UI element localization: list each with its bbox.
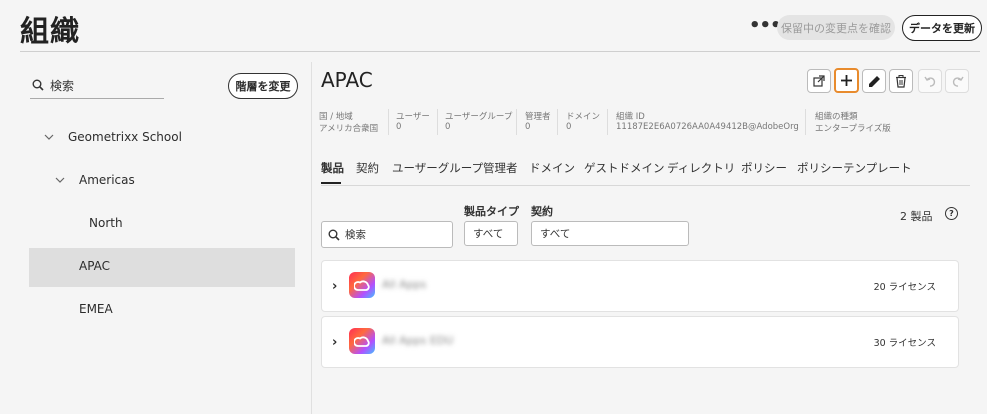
tab-user-groups[interactable]: ユーザーグループ bbox=[392, 160, 483, 176]
meta-divider bbox=[607, 109, 608, 135]
page-title: 組織 bbox=[20, 14, 81, 48]
tab-admins[interactable]: 管理者 bbox=[483, 160, 518, 176]
tree-item-emea[interactable]: EMEA bbox=[79, 302, 113, 316]
meta-domains: ドメイン 0 bbox=[566, 110, 600, 132]
chevron-down-icon[interactable] bbox=[44, 132, 54, 142]
meta-user-groups: ユーザーグループ 0 bbox=[445, 110, 512, 132]
undo-icon bbox=[923, 76, 935, 87]
meta-admins: 管理者 0 bbox=[525, 110, 551, 132]
add-button[interactable] bbox=[834, 68, 859, 93]
tree-item-label: Geometrixx School bbox=[68, 130, 182, 144]
product-type-label: 製品タイプ bbox=[464, 205, 519, 218]
open-external-button[interactable] bbox=[807, 69, 831, 93]
meta-label: 国 / 地域 bbox=[319, 112, 353, 122]
tab-policy-templates[interactable]: ポリシーテンプレート bbox=[797, 160, 912, 176]
tree-selected-highlight bbox=[29, 248, 295, 287]
creative-cloud-icon bbox=[349, 272, 375, 298]
meta-label: 管理者 bbox=[525, 112, 551, 122]
review-pending-changes-button[interactable]: 保留中の変更点を確認 bbox=[777, 15, 895, 40]
meta-label: 組織 ID bbox=[616, 112, 645, 122]
creative-cloud-icon bbox=[349, 328, 375, 354]
contract-label: 契約 bbox=[531, 205, 553, 218]
header-divider bbox=[20, 51, 980, 52]
meta-value: 11187E2E6A0726AA0A49412B@AdobeOrg bbox=[616, 122, 799, 132]
meta-value: エンタープライズ版 bbox=[815, 124, 891, 134]
meta-value: 0 bbox=[396, 122, 402, 132]
meta-divider bbox=[805, 109, 806, 135]
meta-label: ユーザーグループ bbox=[445, 112, 513, 122]
tab-domains[interactable]: ドメイン bbox=[529, 160, 575, 176]
product-count: 2 製品 bbox=[900, 210, 933, 223]
pencil-icon bbox=[868, 75, 880, 87]
redo-button[interactable] bbox=[945, 69, 969, 93]
tab-contracts[interactable]: 契約 bbox=[356, 160, 379, 176]
tab-guest-domains[interactable]: ゲストドメイン bbox=[584, 160, 665, 176]
product-card[interactable]: › All Apps EDU 30 ライセンス bbox=[321, 316, 959, 368]
chevron-right-icon[interactable]: › bbox=[332, 335, 337, 350]
meta-country: 国 / 地域 アメリカ合衆国 bbox=[319, 110, 378, 134]
external-link-icon bbox=[813, 75, 825, 87]
product-search-input[interactable]: 検索 bbox=[321, 221, 453, 248]
tree-item-label: EMEA bbox=[79, 302, 113, 316]
meta-value: 0 bbox=[445, 122, 451, 132]
redo-icon bbox=[952, 76, 964, 87]
tree-item-geometrixx-school[interactable]: Geometrixx School bbox=[44, 130, 182, 144]
sidebar-divider bbox=[311, 62, 312, 414]
meta-label: ドメイン bbox=[566, 112, 601, 122]
product-type-select[interactable]: すべて bbox=[464, 221, 518, 246]
tab-policies[interactable]: ポリシー bbox=[741, 160, 787, 176]
product-card[interactable]: › All Apps 20 ライセンス bbox=[321, 260, 959, 312]
license-count: 20 ライセンス bbox=[873, 282, 936, 293]
chevron-right-icon[interactable]: › bbox=[332, 279, 337, 294]
tabs-divider bbox=[321, 185, 970, 186]
tree-item-label: Americas bbox=[79, 173, 135, 187]
meta-value: 0 bbox=[566, 122, 572, 132]
tab-products[interactable]: 製品 bbox=[321, 160, 344, 176]
help-icon[interactable]: ? bbox=[945, 207, 958, 220]
meta-users: ユーザー 0 bbox=[396, 110, 430, 132]
search-icon bbox=[32, 79, 44, 91]
refresh-data-button[interactable]: データを更新 bbox=[902, 15, 982, 41]
change-hierarchy-button[interactable]: 階層を変更 bbox=[228, 73, 298, 99]
tree-item-americas[interactable]: Americas bbox=[55, 173, 135, 187]
product-name: All Apps EDU bbox=[382, 334, 454, 347]
meta-divider bbox=[388, 109, 389, 135]
meta-divider bbox=[437, 109, 438, 135]
edit-button[interactable] bbox=[862, 69, 886, 93]
meta-org-id: 組織 ID 11187E2E6A0726AA0A49412B@AdobeOrg bbox=[616, 110, 799, 132]
sidebar-search-input[interactable]: 検索 bbox=[30, 72, 164, 99]
meta-label: 組織の種類 bbox=[815, 112, 858, 122]
meta-org-type: 組織の種類 エンタープライズ版 bbox=[815, 110, 891, 134]
tab-directories[interactable]: ディレクトリ bbox=[667, 160, 735, 176]
search-icon bbox=[328, 229, 340, 241]
tree-item-north[interactable]: North bbox=[89, 216, 123, 230]
license-count: 30 ライセンス bbox=[873, 338, 936, 349]
org-name: APAC bbox=[321, 68, 373, 92]
product-name: All Apps bbox=[382, 278, 427, 291]
trash-icon bbox=[896, 74, 906, 88]
chevron-down-icon[interactable] bbox=[55, 175, 65, 185]
active-tab-indicator bbox=[321, 182, 341, 184]
meta-value: アメリカ合衆国 bbox=[319, 124, 379, 134]
contract-select[interactable]: すべて bbox=[531, 221, 689, 246]
meta-value: 0 bbox=[525, 122, 531, 132]
sidebar-search-placeholder: 検索 bbox=[50, 78, 75, 93]
product-search-placeholder: 検索 bbox=[345, 229, 366, 241]
delete-button[interactable] bbox=[889, 69, 913, 93]
undo-button[interactable] bbox=[918, 69, 942, 93]
meta-divider bbox=[557, 109, 558, 135]
tree-item-label: North bbox=[89, 216, 123, 230]
tree-item-label: APAC bbox=[79, 259, 111, 273]
tree-item-apac[interactable]: APAC bbox=[79, 259, 110, 273]
meta-divider bbox=[516, 109, 517, 135]
plus-icon bbox=[841, 75, 852, 86]
more-options-icon[interactable]: ••• bbox=[749, 15, 782, 36]
meta-label: ユーザー bbox=[396, 112, 430, 122]
